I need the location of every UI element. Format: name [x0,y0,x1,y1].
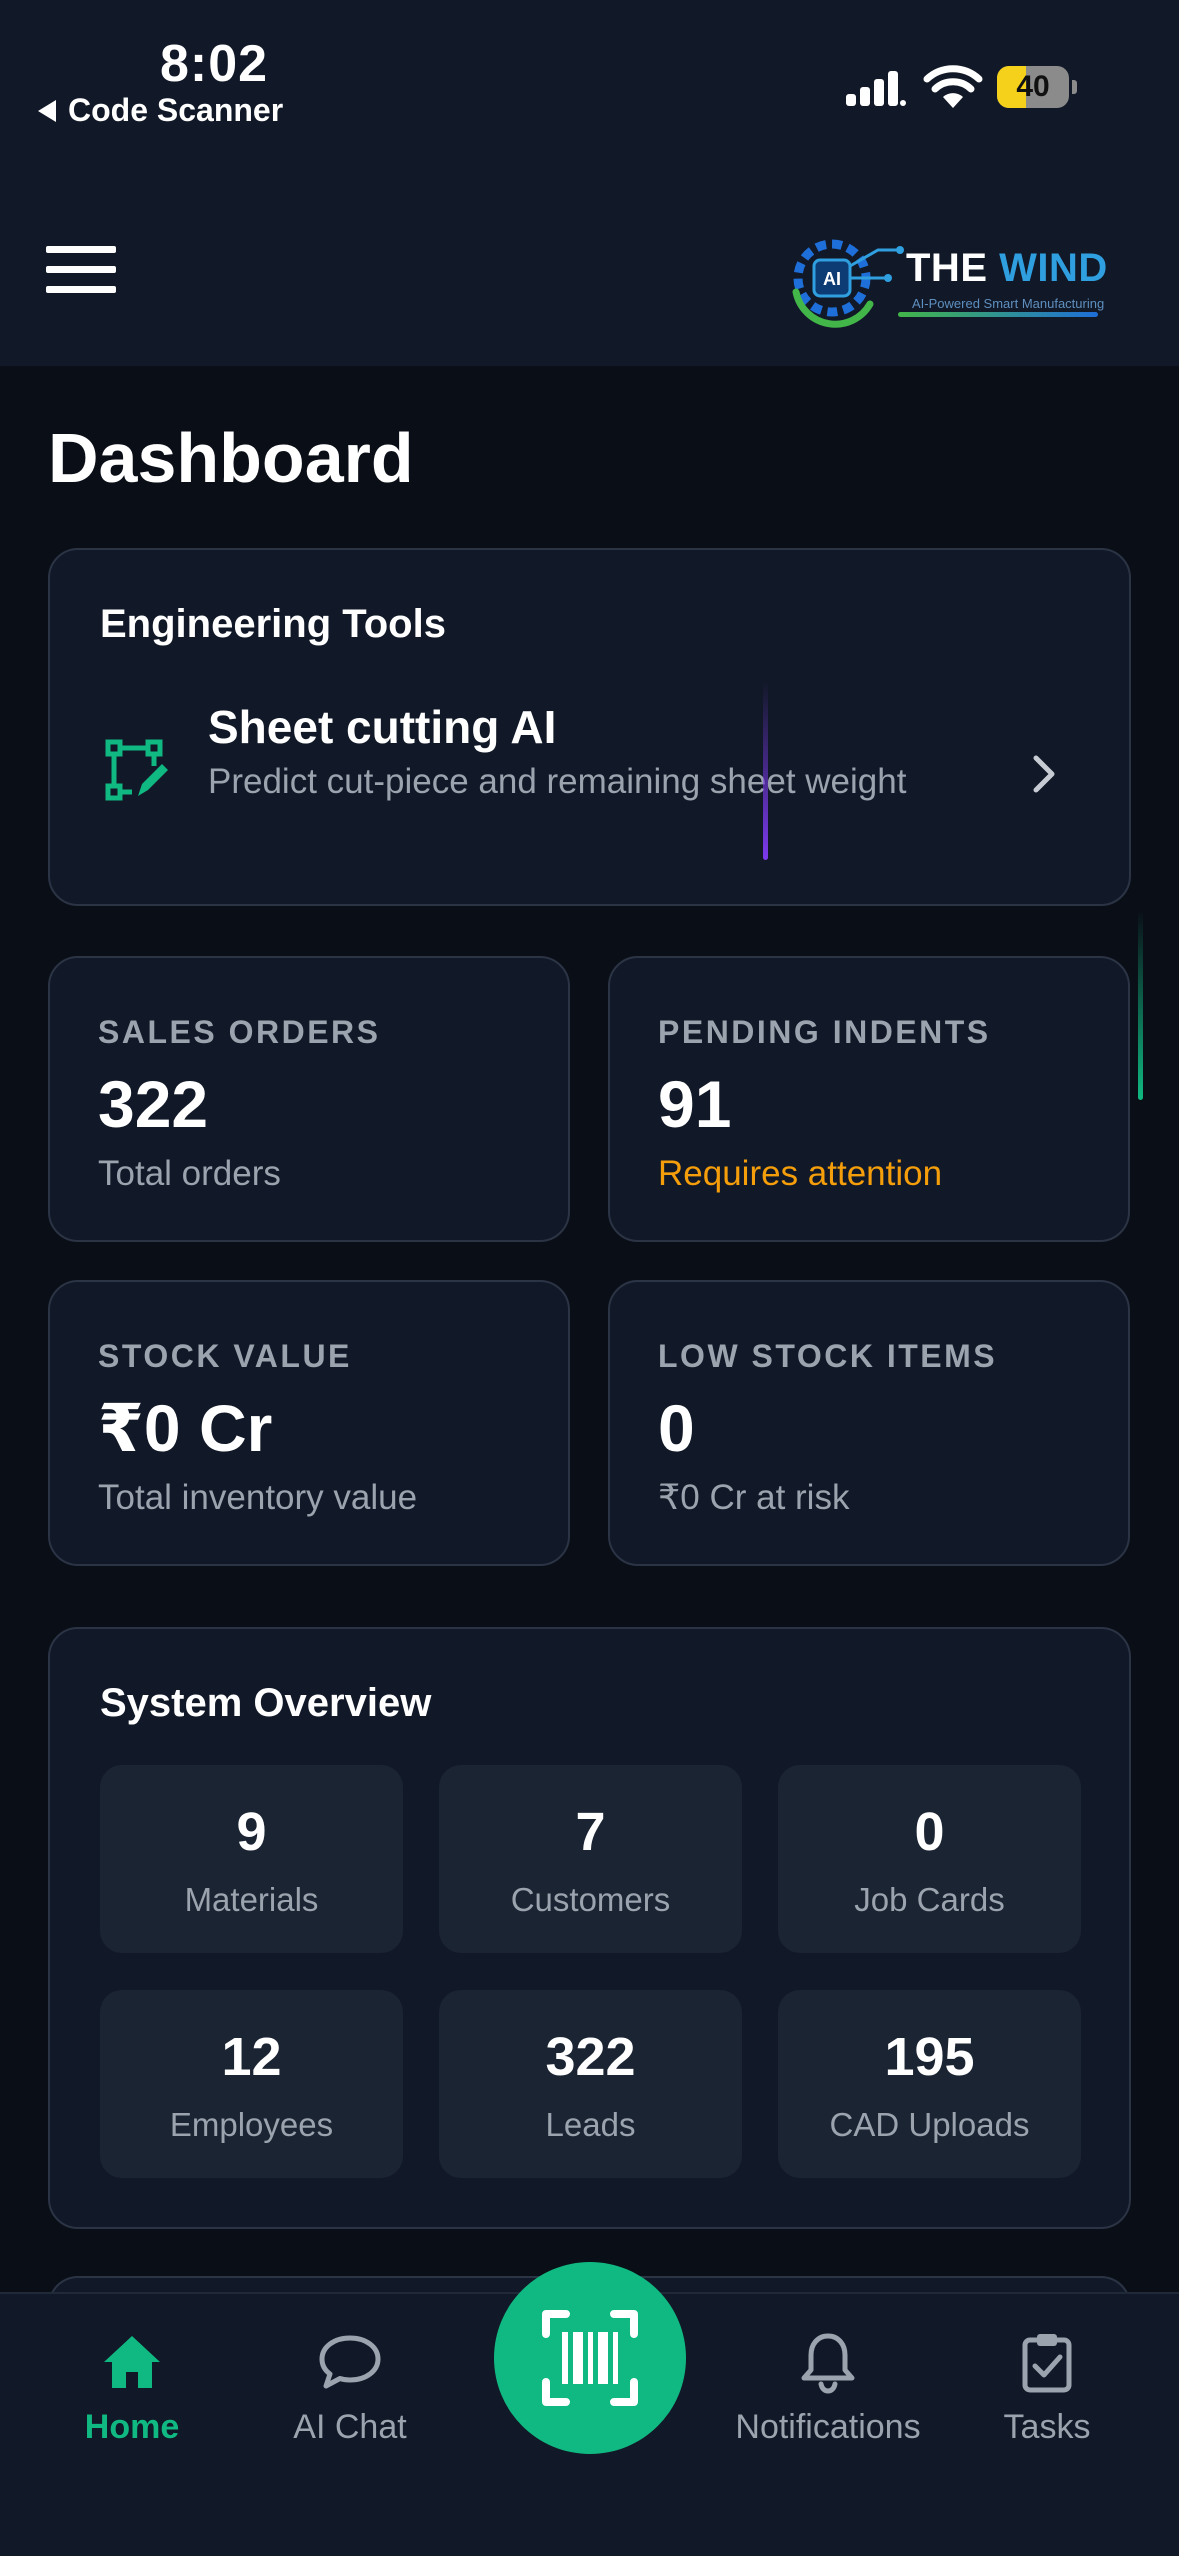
logo-wordmark: THE WIND [906,246,1108,290]
tool-name: Sheet cutting AI [208,701,557,753]
stat-subtext: Total inventory value [98,1478,418,1517]
tile-value: 195 [884,2027,975,2087]
stat-value: 0 [658,1391,695,1465]
menu-icon[interactable] [46,246,116,294]
chat-bubble-icon [319,2335,381,2389]
bell-icon [801,2333,855,2394]
overview-tile-cad-uploads[interactable]: 195 CAD Uploads [778,1990,1081,2178]
tile-label: Leads [545,2106,636,2143]
chevron-right-icon [1033,755,1055,793]
stat-value: 322 [98,1067,209,1141]
vector-edit-icon [105,739,168,801]
engineering-tools-title: Engineering Tools [100,602,446,646]
pending-indents-card[interactable]: PENDING INDENTS 91 Requires attention [608,956,1130,1242]
stat-label: PENDING INDENTS [658,1014,991,1050]
tile-value: 322 [545,2027,636,2087]
back-arrow-icon [38,99,56,122]
system-overview-title: System Overview [100,1681,432,1725]
back-app-label: Code Scanner [68,92,284,128]
app-header: AI THE WIND AI-Powered Smart Manufacturi… [0,190,1179,368]
logo-tagline: AI-Powered Smart Manufacturing [912,296,1105,311]
page-title: Dashboard [48,419,414,497]
tile-value: 7 [575,1802,606,1862]
nav-ai-chat[interactable]: AI Chat [240,2328,460,2447]
stat-label: LOW STOCK ITEMS [658,1338,998,1374]
stat-subtext: ₹0 Cr at risk [658,1478,850,1517]
stat-label: SALES ORDERS [98,1014,381,1050]
sheet-cutting-ai-item[interactable]: Sheet cutting AI Predict cut-piece and r… [50,680,1129,880]
tile-label: Job Cards [854,1881,1005,1918]
scroll-glow-indicator [763,680,768,860]
wifi-icon [923,65,983,108]
home-icon [104,2336,160,2388]
battery-indicator: 40 [997,66,1077,108]
cellular-signal-icon [846,71,906,106]
stock-value-card[interactable]: STOCK VALUE ₹0 Cr Total inventory value [48,1280,570,1566]
overview-tile-customers[interactable]: 7 Customers [439,1765,742,1953]
barcode-scanner-icon [542,2310,638,2406]
status-bar: 8:02 Code Scanner 40 [0,0,1179,190]
app-logo: AI THE WIND AI-Powered Smart Manufacturi… [778,220,1108,330]
nav-home[interactable]: Home [22,2328,242,2447]
overview-tile-leads[interactable]: 322 Leads [439,1990,742,2178]
logo-swoosh [898,312,1098,317]
system-overview-card: System Overview 9 Materials 7 Customers … [48,1627,1131,2229]
clipboard-check-icon [1022,2334,1072,2393]
battery-percent: 40 [1016,70,1050,103]
scroll-indicator[interactable] [1138,910,1143,1100]
stat-label: STOCK VALUE [98,1338,352,1374]
tile-value: 0 [914,1802,945,1862]
nav-notifications[interactable]: Notifications [718,2328,938,2447]
nav-label: Home [84,2408,180,2446]
tile-label: Materials [184,1881,319,1918]
engineering-tools-card: Engineering Tools Sheet cutting AI Predi… [48,548,1131,906]
overview-tile-materials[interactable]: 9 Materials [100,1765,403,1953]
sales-orders-card[interactable]: SALES ORDERS 322 Total orders [48,956,570,1242]
overview-tile-employees[interactable]: 12 Employees [100,1990,403,2178]
overview-tile-job-cards[interactable]: 0 Job Cards [778,1765,1081,1953]
nav-tasks[interactable]: Tasks [937,2328,1157,2447]
nav-label: Notifications [735,2408,921,2446]
tile-label: Employees [169,2106,334,2143]
nav-label: Tasks [1003,2408,1091,2446]
gear-ai-logo-icon: AI [792,239,904,328]
stat-warning-text: Requires attention [658,1154,943,1193]
stat-subtext: Total orders [98,1154,281,1193]
status-time: 8:02 [160,35,269,93]
tile-value: 12 [221,2027,282,2087]
tile-label: Customers [510,1881,671,1918]
tile-value: 9 [236,1802,267,1862]
low-stock-items-card[interactable]: LOW STOCK ITEMS 0 ₹0 Cr at risk [608,1280,1130,1566]
back-to-app-link[interactable]: Code Scanner [38,92,283,129]
stat-value: 91 [658,1067,732,1141]
scan-barcode-button[interactable] [494,2262,686,2454]
logo-badge: AI [823,269,841,289]
tool-description: Predict cut-piece and remaining sheet we… [208,762,907,801]
tile-label: CAD Uploads [829,2106,1030,2143]
nav-label: AI Chat [293,2408,407,2446]
stat-value: ₹0 Cr [98,1391,273,1465]
